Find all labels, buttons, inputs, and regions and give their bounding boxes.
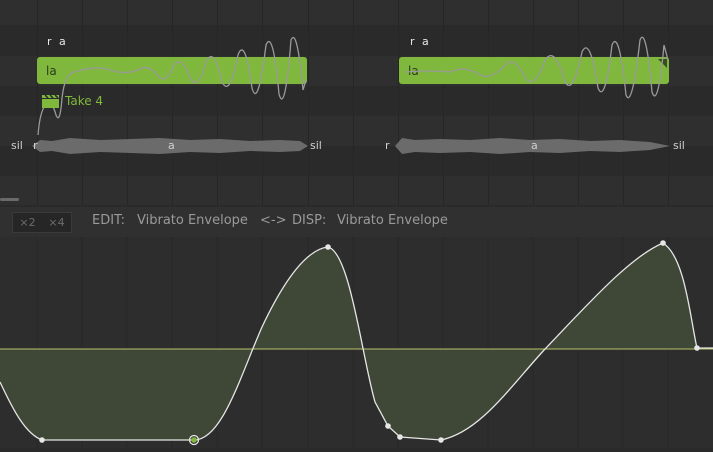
take-indicator[interactable]: Take 4 <box>42 94 103 108</box>
phoneme-label: sil <box>11 139 23 152</box>
pitch-curve[interactable] <box>0 0 713 205</box>
parameter-toolbar: ×2 ×4 EDIT: Vibrato Envelope <-> DISP: V… <box>0 207 713 237</box>
horizontal-scrollbar[interactable] <box>0 198 19 201</box>
control-point[interactable] <box>397 434 403 440</box>
vibrato-envelope-editor[interactable] <box>0 237 713 448</box>
control-point[interactable] <box>694 345 700 351</box>
display-label: DISP: <box>292 213 327 228</box>
edit-parameter-select[interactable]: Vibrato Envelope <box>137 213 248 228</box>
control-point[interactable] <box>39 437 45 443</box>
zoom-4x-button[interactable]: ×4 <box>48 216 64 229</box>
clapperboard-icon <box>42 94 59 108</box>
piano-roll[interactable]: r a r a la la Take 4 sil r a sil r a sil <box>0 0 713 205</box>
control-point[interactable] <box>438 437 444 443</box>
edit-label: EDIT: <box>92 213 125 228</box>
take-label: Take 4 <box>65 94 104 108</box>
phoneme-label: a <box>168 139 175 152</box>
swap-arrows-icon[interactable]: <-> <box>260 213 286 228</box>
control-point[interactable] <box>660 240 666 246</box>
phoneme-label: sil <box>673 139 685 152</box>
control-point-selected-core <box>191 437 197 443</box>
phoneme-label: sil <box>310 139 322 152</box>
envelope-fill <box>0 243 713 440</box>
zoom-2x-button[interactable]: ×2 <box>19 216 35 229</box>
zoom-toggle: ×2 ×4 <box>12 212 72 233</box>
control-point[interactable] <box>385 423 391 429</box>
control-point[interactable] <box>325 244 331 250</box>
phoneme-label: r <box>33 139 38 152</box>
display-parameter-select[interactable]: Vibrato Envelope <box>337 213 448 228</box>
phoneme-label: a <box>531 139 538 152</box>
phoneme-label: r <box>385 139 390 152</box>
envelope-graph[interactable] <box>0 237 713 448</box>
